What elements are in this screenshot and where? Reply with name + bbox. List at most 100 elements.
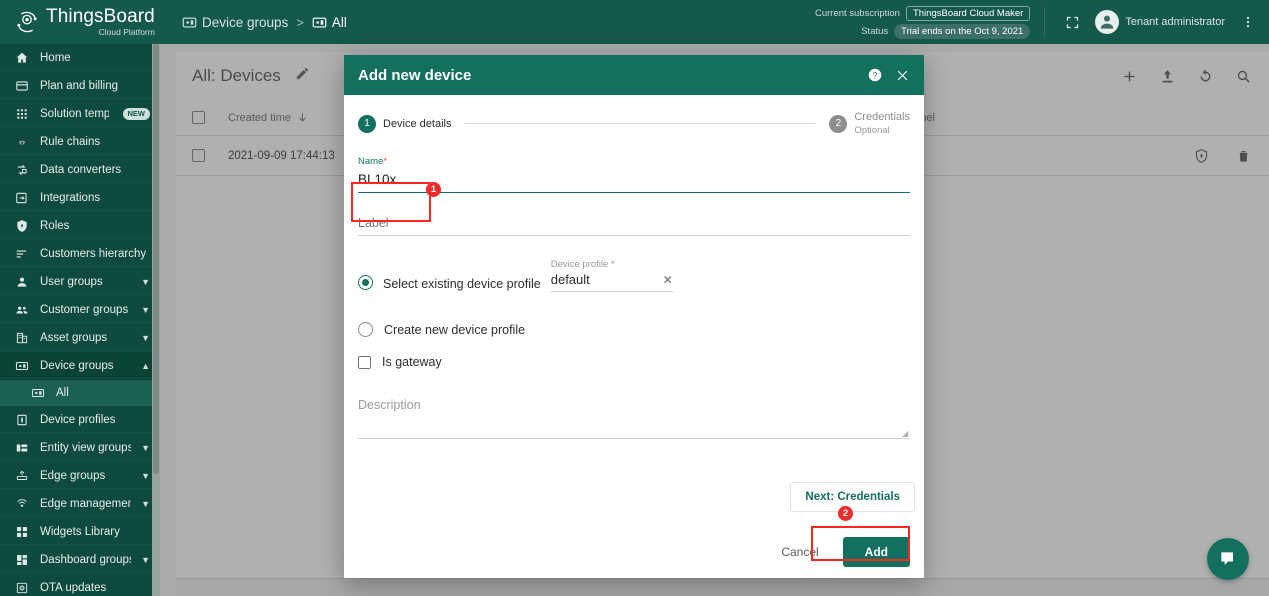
rule-chain-icon: ‹› <box>19 136 25 146</box>
sidebar-item-edge-groups[interactable]: Edge groups ▼ <box>0 462 160 490</box>
step-number: 2 <box>829 114 848 133</box>
sidebar-item-plan-and-billing[interactable]: Plan and billing <box>0 72 160 100</box>
description-textarea[interactable] <box>358 412 910 438</box>
overflow-menu-button[interactable] <box>1235 9 1261 35</box>
sidebar-item-data-converters[interactable]: Data converters <box>0 156 160 184</box>
sidebar-item-solution-templates[interactable]: Solution templates NEW <box>0 100 160 128</box>
radio-label-select-existing: Select existing device profile <box>383 277 541 292</box>
label-input[interactable] <box>358 213 910 236</box>
status-label: Status <box>861 25 889 37</box>
customers-icon <box>14 303 30 317</box>
fullscreen-button[interactable] <box>1059 9 1085 35</box>
name-field[interactable]: Name* <box>358 151 910 194</box>
edge-icon <box>16 470 28 480</box>
sidebar-item-entity-view-groups[interactable]: Entity view groups ▼ <box>0 434 160 462</box>
help-icon: ? <box>868 68 882 82</box>
radio-select-existing-profile[interactable] <box>358 275 373 291</box>
edge-icon <box>14 469 30 483</box>
chevron-down-icon[interactable]: ▼ <box>141 471 150 481</box>
step-device-details[interactable]: 1 Device details <box>358 114 451 133</box>
column-header-created-time[interactable]: Created time <box>228 112 363 124</box>
step-credentials[interactable]: 2 Credentials Optional <box>829 111 910 137</box>
sidebar-item-ota-updates[interactable]: OTA updates <box>0 574 160 596</box>
sidebar-item-edge-management[interactable]: Edge management ▼ <box>0 490 160 518</box>
sidebar-item-label: Roles <box>40 219 70 232</box>
sidebar-item-dashboard-groups[interactable]: Dashboard groups ▼ <box>0 546 160 574</box>
cancel-button[interactable]: Cancel <box>769 537 830 567</box>
annotation-badge-2: 2 <box>838 506 853 521</box>
device-profile-field[interactable]: Device profile * default ✕ <box>550 254 673 293</box>
plus-icon <box>1124 71 1134 81</box>
more-vertical-icon <box>1246 16 1250 28</box>
sidebar-item-customers-hierarchy[interactable]: Customers hierarchy <box>0 240 160 268</box>
sidebar-item-label: Asset groups <box>40 331 108 344</box>
fullscreen-icon <box>1066 16 1078 28</box>
chevron-down-icon[interactable]: ▼ <box>141 555 150 565</box>
sidebar-item-widgets-library[interactable]: Widgets Library <box>0 518 160 546</box>
sidebar-item-home[interactable]: Home <box>0 44 160 72</box>
user-menu[interactable]: Tenant administrator <box>1095 10 1225 34</box>
label-field[interactable] <box>358 213 910 237</box>
sidebar-item-device-groups[interactable]: Device groups ▲ <box>0 352 160 380</box>
step-sublabel: Optional <box>854 124 890 136</box>
clear-x-icon[interactable]: ✕ <box>663 273 673 287</box>
chat-bubble-icon <box>1221 552 1233 565</box>
chevron-up-icon[interactable]: ▲ <box>141 361 150 371</box>
sidebar-scrollbar[interactable]: ▲ <box>152 44 160 596</box>
sidebar-item-roles[interactable]: Roles <box>0 212 160 240</box>
field-underline <box>358 235 910 237</box>
brand-logo[interactable]: ThingsBoard Cloud Platform <box>0 0 160 44</box>
refresh-button[interactable] <box>1195 66 1215 86</box>
breadcrumb-item-all[interactable]: All <box>312 15 347 30</box>
chat-widget-button[interactable] <box>1207 538 1249 580</box>
chevron-down-icon[interactable]: ▼ <box>141 443 150 453</box>
next-credentials-button[interactable]: Next: Credentials <box>790 482 915 512</box>
refresh-icon <box>1200 68 1210 81</box>
close-button[interactable] <box>895 68 910 83</box>
chevron-down-icon[interactable]: ▼ <box>141 305 150 315</box>
resize-handle-icon[interactable]: ◢ <box>902 429 910 438</box>
import-devices-button[interactable] <box>1157 66 1177 86</box>
sidebar-item-label: Plan and billing <box>40 79 119 92</box>
help-button[interactable]: ? <box>867 67 883 83</box>
entity-view-icon <box>16 444 28 451</box>
customers-icon <box>16 306 28 313</box>
device-profile-icon <box>14 413 30 427</box>
radio-create-new-profile[interactable] <box>358 322 373 338</box>
home-icon <box>16 52 28 63</box>
sidebar-item-customer-groups[interactable]: Customer groups ▼ <box>0 296 160 324</box>
manage-credentials-button[interactable] <box>1191 146 1211 166</box>
device-profile-value[interactable]: default <box>551 272 673 291</box>
sidebar-item-device-profiles[interactable]: Device profiles <box>0 406 160 434</box>
add-device-button[interactable] <box>1119 66 1139 86</box>
status-row: Status Trial ends on the Oct 9, 2021 <box>861 23 1031 39</box>
table-toolbar <box>1119 66 1253 86</box>
sidebar-item-label: Device groups <box>40 359 114 372</box>
sidebar-item-asset-groups[interactable]: Asset groups ▼ <box>0 324 160 352</box>
delete-device-button[interactable] <box>1233 146 1253 166</box>
user-icon <box>14 275 30 289</box>
edit-group-button[interactable] <box>295 66 310 86</box>
field-underline <box>358 438 910 440</box>
divider <box>1044 7 1046 37</box>
row-checkbox[interactable] <box>192 149 205 162</box>
chevron-down-icon[interactable]: ▼ <box>141 277 150 287</box>
breadcrumb-item-device-groups[interactable]: Device groups <box>182 15 288 30</box>
scrollbar-thumb[interactable] <box>153 44 159 474</box>
converter-icon <box>14 163 30 177</box>
sidebar-item-integrations[interactable]: Integrations <box>0 184 160 212</box>
sidebar: Home Plan and billing Solution templates NE… <box>0 44 160 596</box>
sidebar-item-label: Home <box>40 51 71 64</box>
sidebar-item-rule-chains[interactable]: ‹› Rule chains <box>0 128 160 156</box>
chevron-down-icon[interactable]: ▼ <box>141 499 150 509</box>
select-all-checkbox[interactable] <box>192 111 205 124</box>
add-button[interactable]: Add <box>842 537 910 567</box>
chevron-down-icon[interactable]: ▼ <box>141 333 150 343</box>
is-gateway-checkbox[interactable] <box>358 356 371 370</box>
search-button[interactable] <box>1233 66 1253 86</box>
sidebar-item-all[interactable]: All <box>0 380 160 406</box>
sidebar-item-user-groups[interactable]: User groups ▼ <box>0 268 160 296</box>
description-field[interactable]: Description ◢ <box>358 398 910 440</box>
edge-management-icon <box>14 497 30 511</box>
asset-icon <box>14 331 30 345</box>
